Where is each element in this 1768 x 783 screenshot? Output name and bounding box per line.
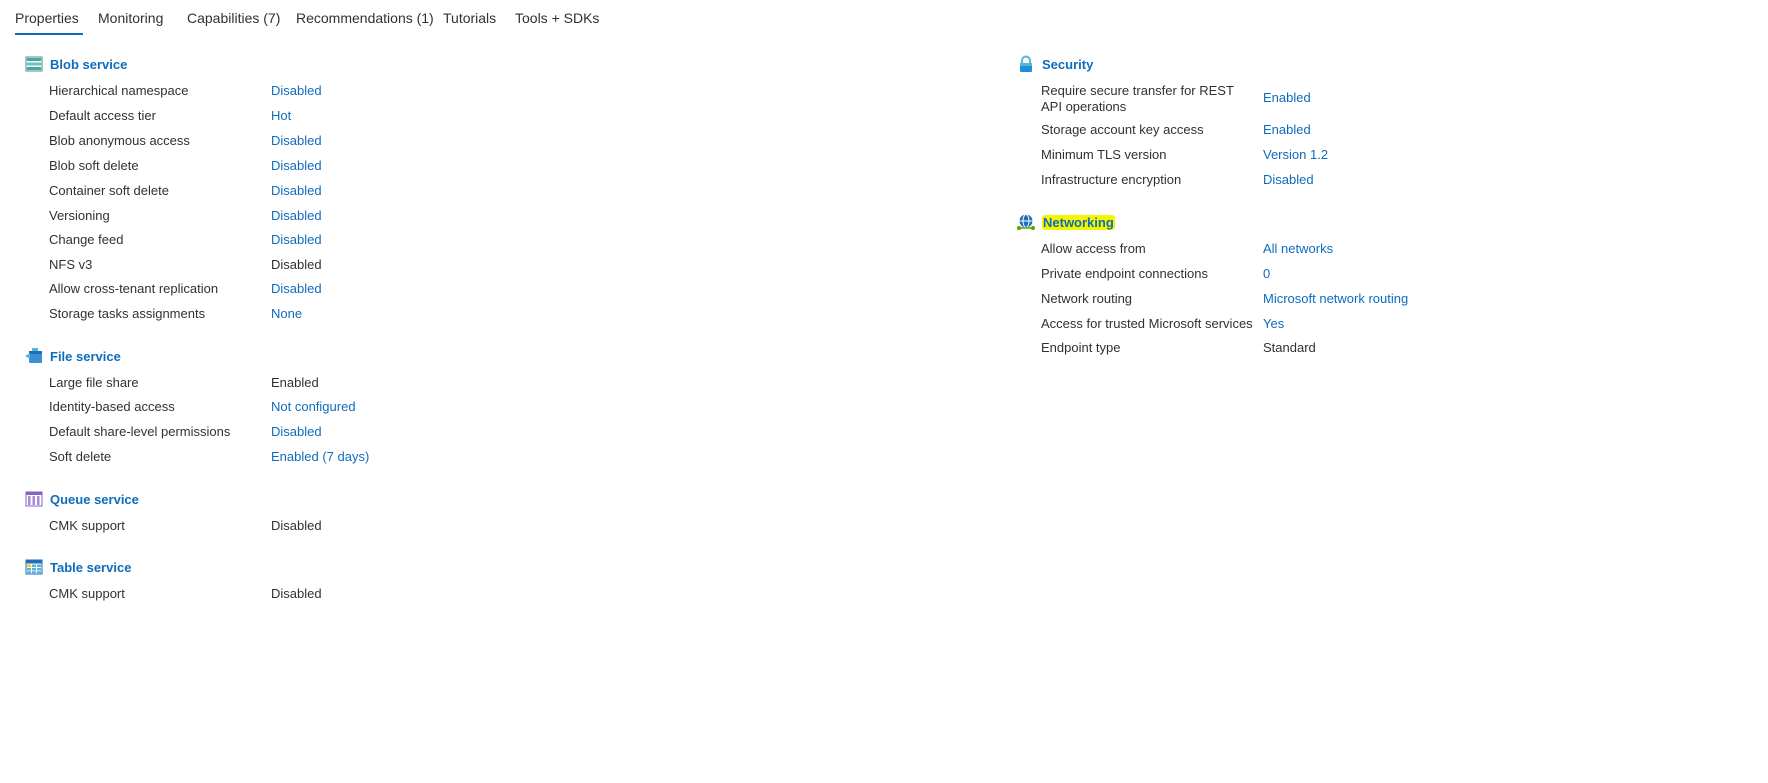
tab-monitoring[interactable]: Monitoring: [98, 10, 163, 26]
change-feed-value[interactable]: Disabled: [271, 232, 322, 248]
table-icon: [24, 558, 44, 576]
table-cmk-support-label: CMK support: [49, 586, 125, 601]
versioning-label: Versioning: [49, 208, 110, 223]
large-file-share-label: Large file share: [49, 375, 139, 390]
secure-transfer-value[interactable]: Enabled: [1263, 90, 1311, 106]
endpoint-type-value: Standard: [1263, 340, 1316, 355]
queue-icon: [24, 490, 44, 508]
private-endpoint-connections-label: Private endpoint connections: [1041, 266, 1208, 281]
queue-cmk-support-label: CMK support: [49, 518, 125, 533]
blob-service-header: Blob service: [24, 55, 127, 73]
identity-based-access-value[interactable]: Not configured: [271, 399, 356, 415]
endpoint-type-label: Endpoint type: [1041, 340, 1121, 355]
cross-tenant-replication-value[interactable]: Disabled: [271, 281, 322, 297]
network-routing-value[interactable]: Microsoft network routing: [1263, 291, 1408, 307]
default-access-tier-value[interactable]: Hot: [271, 108, 291, 124]
table-service-title[interactable]: Table service: [50, 560, 131, 575]
default-share-level-permissions-value[interactable]: Disabled: [271, 424, 322, 440]
queue-cmk-support-value: Disabled: [271, 518, 322, 533]
hierarchical-namespace-label: Hierarchical namespace: [49, 83, 189, 98]
lock-icon: [1016, 55, 1036, 73]
tab-tools-sdks[interactable]: Tools + SDKs: [515, 10, 599, 26]
tab-recommendations[interactable]: Recommendations (1): [296, 10, 434, 26]
file-soft-delete-value[interactable]: Enabled (7 days): [271, 449, 369, 465]
blob-soft-delete-value[interactable]: Disabled: [271, 158, 322, 174]
default-access-tier-label: Default access tier: [49, 108, 156, 123]
security-header: Security: [1016, 55, 1093, 73]
file-service-header: File service: [24, 347, 121, 365]
queue-service-header: Queue service: [24, 490, 139, 508]
private-endpoint-connections-value[interactable]: 0: [1263, 266, 1270, 282]
large-file-share-value: Enabled: [271, 375, 319, 390]
cross-tenant-replication-label: Allow cross-tenant replication: [49, 281, 219, 296]
blob-soft-delete-label: Blob soft delete: [49, 158, 139, 173]
secure-transfer-label: Require secure transfer for REST API ope…: [1041, 83, 1234, 114]
minimum-tls-version-value[interactable]: Version 1.2: [1263, 147, 1328, 163]
trusted-microsoft-services-value[interactable]: Yes: [1263, 316, 1284, 332]
nfs-v3-value: Disabled: [271, 257, 322, 272]
versioning-value[interactable]: Disabled: [271, 208, 322, 224]
networking-header: Networking: [1016, 213, 1115, 231]
storage-account-key-access-label: Storage account key access: [1041, 122, 1204, 137]
allow-access-from-value[interactable]: All networks: [1263, 241, 1333, 257]
default-share-level-permissions-label: Default share-level permissions: [49, 424, 231, 439]
storage-tasks-assignments-value[interactable]: None: [271, 306, 302, 322]
container-soft-delete-value[interactable]: Disabled: [271, 183, 322, 199]
container-soft-delete-label: Container soft delete: [49, 183, 169, 198]
nfs-v3-label: NFS v3: [49, 257, 93, 272]
minimum-tls-version-label: Minimum TLS version: [1041, 147, 1167, 162]
active-tab-indicator: [15, 33, 83, 35]
network-routing-label: Network routing: [1041, 291, 1133, 306]
infrastructure-encryption-label: Infrastructure encryption: [1041, 172, 1182, 187]
blob-service-title[interactable]: Blob service: [50, 57, 127, 72]
security-title[interactable]: Security: [1042, 57, 1093, 72]
file-service-title[interactable]: File service: [50, 349, 121, 364]
tab-properties[interactable]: Properties: [15, 10, 79, 26]
identity-based-access-label: Identity-based access: [49, 399, 175, 414]
table-service-header: Table service: [24, 558, 131, 576]
allow-access-from-label: Allow access from: [1041, 241, 1146, 256]
blob-anonymous-access-label: Blob anonymous access: [49, 133, 190, 148]
blob-storage-icon: [24, 55, 44, 73]
storage-account-key-access-value[interactable]: Enabled: [1263, 122, 1311, 138]
storage-tasks-assignments-label: Storage tasks assignments: [49, 306, 206, 321]
change-feed-label: Change feed: [49, 232, 124, 247]
file-soft-delete-label: Soft delete: [49, 449, 112, 464]
blob-anonymous-access-value[interactable]: Disabled: [271, 133, 322, 149]
infrastructure-encryption-value[interactable]: Disabled: [1263, 172, 1314, 188]
trusted-microsoft-services-label: Access for trusted Microsoft services: [1041, 316, 1253, 331]
networking-title[interactable]: Networking: [1042, 214, 1115, 230]
table-cmk-support-value: Disabled: [271, 586, 322, 601]
tab-tutorials[interactable]: Tutorials: [443, 10, 496, 26]
tab-capabilities[interactable]: Capabilities (7): [187, 10, 280, 26]
globe-network-icon: [1016, 213, 1036, 231]
hierarchical-namespace-value[interactable]: Disabled: [271, 83, 322, 99]
queue-service-title[interactable]: Queue service: [50, 492, 139, 507]
file-share-icon: [24, 347, 44, 365]
